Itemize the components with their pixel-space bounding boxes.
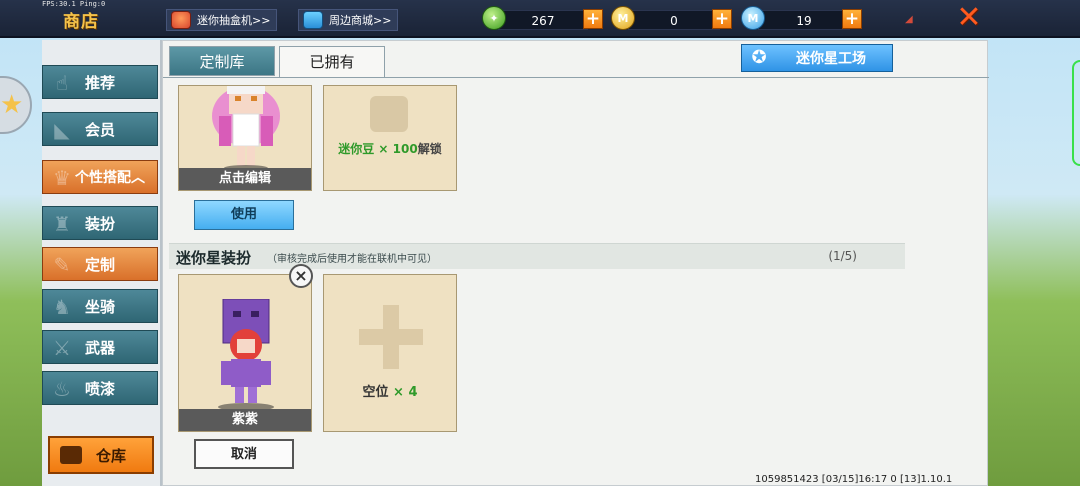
add-gold-coin-button[interactable]: + bbox=[712, 9, 732, 29]
card-label: 点击编辑 bbox=[179, 168, 311, 190]
card-label: 紫紫 bbox=[179, 409, 311, 431]
tab-divider bbox=[163, 77, 989, 78]
green-gem-icon: ✦ bbox=[482, 6, 506, 30]
sidebar-item-label: 装扮 bbox=[84, 215, 115, 233]
empty-slot-count: × 4 bbox=[393, 385, 418, 400]
pencil-icon: ✎ bbox=[53, 253, 71, 277]
chest-icon bbox=[60, 446, 82, 464]
pink-character-thumbnail bbox=[212, 86, 280, 171]
warehouse-label: 仓库 bbox=[95, 447, 126, 465]
tab-custom-library[interactable]: 定制库 bbox=[169, 46, 275, 76]
sidebar-item-label: 推荐 bbox=[84, 74, 115, 92]
version-footer: 1059851423 [03/15]16:17 0 [13]1.10.1 bbox=[755, 474, 953, 485]
unlock-cost: 迷你豆 × 100解锁 bbox=[324, 140, 456, 157]
remove-outfit-close-icon[interactable]: × bbox=[289, 264, 313, 288]
gun-icon: ⚔ bbox=[53, 336, 71, 360]
cancel-button[interactable]: 取消 bbox=[194, 439, 294, 469]
spray-can-icon: ♨ bbox=[53, 377, 71, 401]
unlock-cost-amount: 迷你豆 × 100 bbox=[338, 142, 418, 156]
side-menu: ☝ 推荐 ◣ 会员 ♛ 个性搭配︿ ♜ 装扮 ✎ 定制 ♞ 坐骑 ⚔ 武器 ♨ … bbox=[42, 40, 162, 486]
sidebar-item-outfit-combo[interactable]: ♛ 个性搭配︿ bbox=[42, 160, 158, 194]
slot-count: (1/5) bbox=[828, 249, 857, 263]
custom-outfit-card[interactable]: 点击编辑 bbox=[178, 85, 312, 191]
sidebar-item-mount[interactable]: ♞ 坐骑 bbox=[42, 289, 158, 323]
shirt-icon: ♜ bbox=[53, 212, 71, 236]
merch-label: 周边商城>> bbox=[329, 14, 392, 27]
unlock-cost-suffix: 解锁 bbox=[417, 142, 442, 156]
sidebar-item-label: 喷漆 bbox=[84, 380, 115, 398]
star-icon: ✪ bbox=[751, 47, 767, 68]
sidebar-item-label: 武器 bbox=[84, 339, 115, 357]
empty-slot-label: 空位 × 4 bbox=[324, 381, 456, 400]
section-title: 迷你星装扮 bbox=[176, 249, 252, 267]
sidebar-item-recommend[interactable]: ☝ 推荐 bbox=[42, 65, 158, 99]
sidebar-item-vip[interactable]: ◣ 会员 bbox=[42, 112, 158, 146]
sidebar-item-dress-up[interactable]: ♜ 装扮 bbox=[42, 206, 158, 240]
section-note: （审核完成后使用才能在联机中可见） bbox=[267, 254, 437, 265]
main-panel: 定制库 已拥有 ✪ 迷你星工场 点击编辑 迷你豆 × 100解锁 使用 迷你星装… bbox=[162, 40, 989, 486]
top-bar: FPS:30.1 Ping:0 商店 迷你抽盒机>> 周边商城>> 267 ✦ … bbox=[0, 0, 1080, 38]
sidebar-item-custom[interactable]: ✎ 定制 bbox=[42, 247, 158, 281]
blue-coin-icon: M bbox=[741, 6, 765, 30]
lucky-box-link[interactable]: 迷你抽盒机>> bbox=[166, 9, 278, 31]
signal-icon: ◢ bbox=[905, 14, 913, 25]
warehouse-button[interactable]: 仓库 bbox=[48, 436, 154, 474]
studio-label: 迷你星工场 bbox=[796, 51, 866, 67]
sidebar-item-spray[interactable]: ♨ 喷漆 bbox=[42, 371, 158, 405]
mini-star-outfit-card[interactable]: 紫紫 bbox=[178, 274, 312, 432]
add-blue-coin-button[interactable]: + bbox=[842, 9, 862, 29]
add-green-gem-button[interactable]: + bbox=[583, 9, 603, 29]
shop-title: 商店 bbox=[63, 12, 99, 32]
locked-slot-card[interactable]: 迷你豆 × 100解锁 bbox=[323, 85, 457, 191]
empty-slot-text: 空位 bbox=[362, 385, 389, 400]
lucky-box-icon bbox=[171, 11, 191, 29]
mini-star-section-header: 迷你星装扮 （审核完成后使用才能在联机中可见） (1/5) bbox=[169, 243, 905, 269]
lucky-box-label: 迷你抽盒机>> bbox=[197, 14, 271, 27]
gold-coin-balance: 0 bbox=[628, 10, 720, 30]
tab-owned[interactable]: 已拥有 bbox=[279, 46, 385, 78]
sidebar-item-weapon[interactable]: ⚔ 武器 bbox=[42, 330, 158, 364]
empty-slot-card[interactable]: 空位 × 4 bbox=[323, 274, 457, 432]
vip-icon: ◣ bbox=[54, 118, 70, 142]
thumbs-up-icon: ☝ bbox=[55, 71, 69, 95]
star-side-tab[interactable]: ★ bbox=[0, 76, 32, 134]
right-edge-handle bbox=[1072, 60, 1080, 166]
green-gem-balance: 267 bbox=[498, 10, 588, 30]
use-button[interactable]: 使用 bbox=[194, 200, 294, 230]
mount-icon: ♞ bbox=[53, 295, 71, 319]
gold-coin-icon: M bbox=[611, 6, 635, 30]
mini-star-studio-button[interactable]: ✪ 迷你星工场 bbox=[741, 44, 893, 72]
blue-coin-balance: 19 bbox=[758, 10, 850, 30]
plus-icon bbox=[359, 305, 423, 369]
shopping-bag-icon bbox=[303, 11, 323, 29]
sidebar-item-label: 坐骑 bbox=[84, 298, 115, 316]
sidebar-item-label: 会员 bbox=[84, 121, 115, 139]
lock-icon bbox=[370, 96, 408, 132]
sidebar-item-label: 定制 bbox=[84, 256, 115, 274]
close-icon[interactable]: ✕ bbox=[955, 3, 983, 33]
star-icon: ★ bbox=[0, 90, 24, 120]
merch-link[interactable]: 周边商城>> bbox=[298, 9, 399, 31]
trophy-icon: ♛ bbox=[53, 166, 71, 190]
purple-character-thumbnail bbox=[218, 299, 274, 411]
